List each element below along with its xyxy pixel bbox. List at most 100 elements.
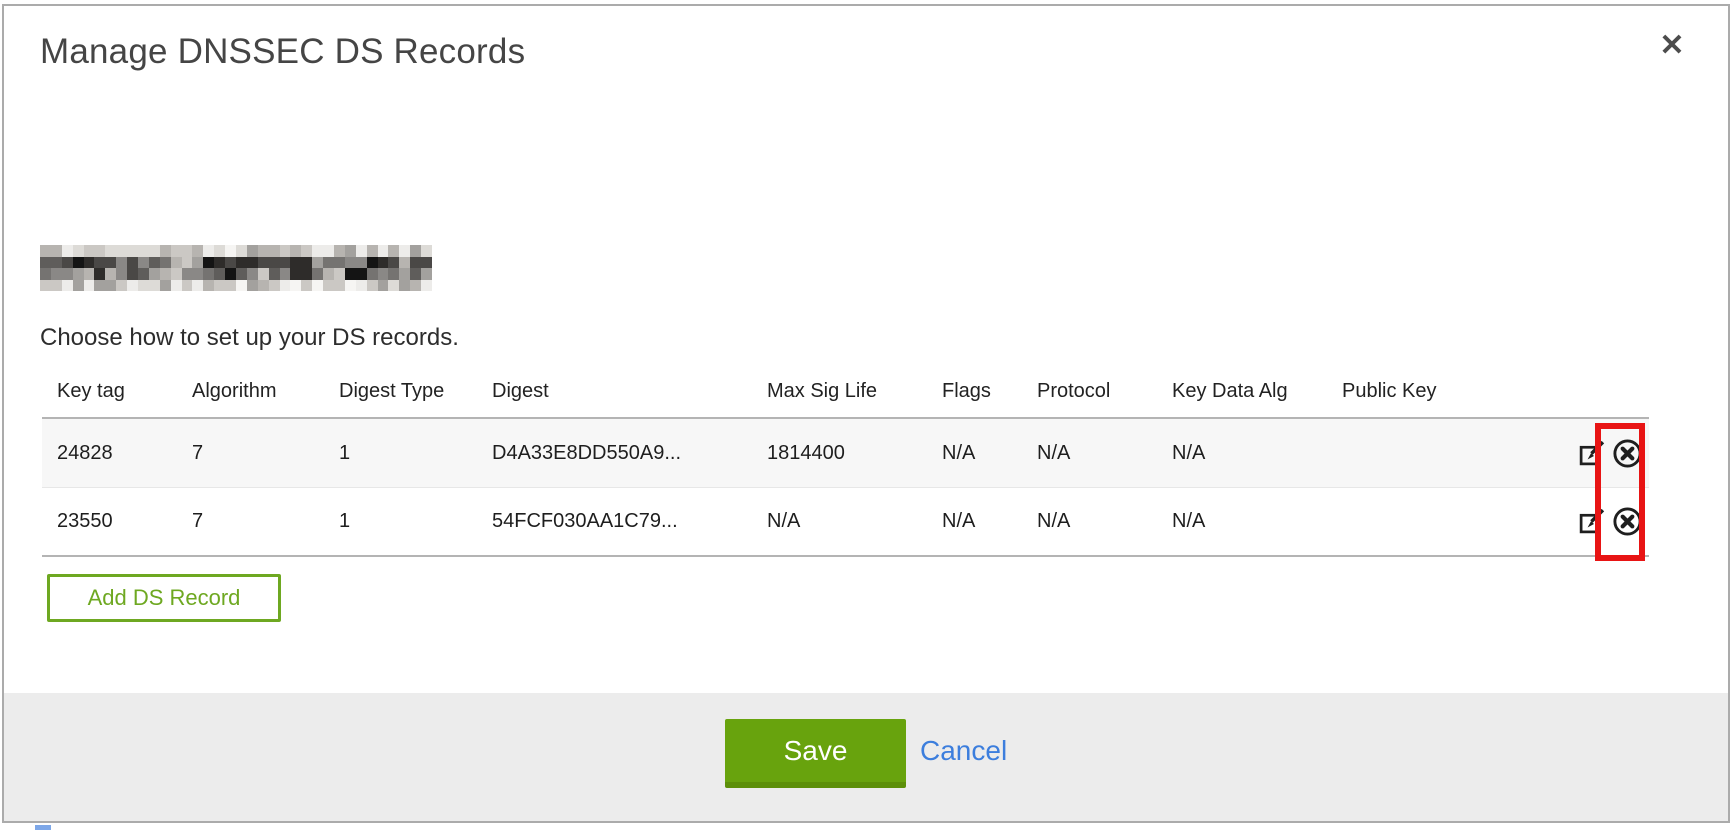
mosaic-pixel [182,245,193,257]
mosaic-pixel [367,245,378,257]
mosaic-pixel [290,245,301,257]
mosaic-pixel [62,257,73,269]
table-row: 24828 7 1 D4A33E8DD550A9... 1814400 N/A … [42,419,1649,488]
cell-max-sig-life: 1814400 [752,442,927,465]
manage-dnssec-modal: Manage DNSSEC DS Records ✕ Choose how to… [2,4,1730,823]
col-header-public-key: Public Key [1327,380,1561,403]
mosaic-pixel [378,268,389,280]
mosaic-pixel [225,245,236,257]
mosaic-pixel [280,280,291,292]
mosaic-pixel [127,280,138,292]
mosaic-pixel [258,245,269,257]
cell-digest: 54FCF030AA1C79... [477,510,752,533]
row-actions [1561,506,1649,537]
mosaic-pixel [258,280,269,292]
mosaic-pixel [116,268,127,280]
mosaic-pixel [399,257,410,269]
mosaic-pixel [312,280,323,292]
cell-flags: N/A [927,442,1022,465]
mosaic-pixel [378,280,389,292]
mosaic-pixel [356,280,367,292]
mosaic-pixel [84,245,95,257]
mosaic-pixel [149,268,160,280]
close-icon[interactable]: ✕ [1652,26,1692,66]
mosaic-pixel [171,280,182,292]
mosaic-pixel [258,257,269,269]
delete-record-icon[interactable] [1612,438,1643,469]
mosaic-pixel [160,268,171,280]
mosaic-pixel [301,257,312,269]
mosaic-pixel [290,280,301,292]
mosaic-pixel [345,268,356,280]
mosaic-pixel [73,257,84,269]
col-header-algorithm: Algorithm [177,380,324,403]
modal-footer: Save Cancel [4,693,1728,821]
edit-record-icon[interactable] [1578,508,1605,535]
mosaic-pixel [138,245,149,257]
mosaic-pixel [203,245,214,257]
mosaic-pixel [258,268,269,280]
mosaic-pixel [203,280,214,292]
mosaic-pixel [323,245,334,257]
mosaic-pixel [40,245,51,257]
mosaic-pixel [51,257,62,269]
mosaic-pixel [301,280,312,292]
cell-algorithm: 7 [177,442,324,465]
mosaic-pixel [40,257,51,269]
cell-protocol: N/A [1022,442,1157,465]
mosaic-pixel [356,245,367,257]
mosaic-pixel [312,268,323,280]
cell-key-tag: 24828 [42,442,177,465]
cancel-link[interactable]: Cancel [920,735,1007,767]
instruction-text: Choose how to set up your DS records. [40,324,459,352]
mosaic-pixel [116,257,127,269]
cell-digest-type: 1 [324,510,477,533]
mosaic-pixel [345,257,356,269]
mosaic-pixel [421,245,432,257]
mosaic-pixel [388,280,399,292]
edit-record-icon[interactable] [1578,440,1605,467]
mosaic-pixel [236,268,247,280]
mosaic-pixel [334,268,345,280]
mosaic-pixel [388,245,399,257]
mosaic-pixel [160,245,171,257]
mosaic-pixel [51,268,62,280]
add-ds-record-button[interactable]: Add DS Record [47,574,281,622]
col-header-key-tag: Key tag [42,380,177,403]
mosaic-pixel [323,257,334,269]
cell-max-sig-life: N/A [752,510,927,533]
mosaic-pixel [84,257,95,269]
mosaic-pixel [269,245,280,257]
mosaic-pixel [62,245,73,257]
mosaic-pixel [62,280,73,292]
mosaic-pixel [378,245,389,257]
mosaic-pixel [171,257,182,269]
mosaic-pixel [94,245,105,257]
redacted-domain-name [40,245,432,291]
mosaic-pixel [334,280,345,292]
delete-record-icon[interactable] [1612,506,1643,537]
mosaic-pixel [421,280,432,292]
mosaic-pixel [356,268,367,280]
mosaic-pixel [410,280,421,292]
mosaic-pixel [203,257,214,269]
cell-protocol: N/A [1022,510,1157,533]
mosaic-pixel [399,245,410,257]
mosaic-pixel [171,245,182,257]
page-behind-fragment [35,825,51,830]
mosaic-pixel [127,245,138,257]
mosaic-pixel [192,257,203,269]
mosaic-pixel [312,257,323,269]
save-button[interactable]: Save [725,719,906,788]
mosaic-pixel [280,257,291,269]
mosaic-pixel [356,257,367,269]
cell-key-tag: 23550 [42,510,177,533]
mosaic-pixel [421,257,432,269]
mosaic-pixel [421,268,432,280]
cell-algorithm: 7 [177,510,324,533]
mosaic-pixel [236,245,247,257]
mosaic-pixel [280,268,291,280]
cell-digest: D4A33E8DD550A9... [477,442,752,465]
mosaic-pixel [94,257,105,269]
mosaic-pixel [399,280,410,292]
